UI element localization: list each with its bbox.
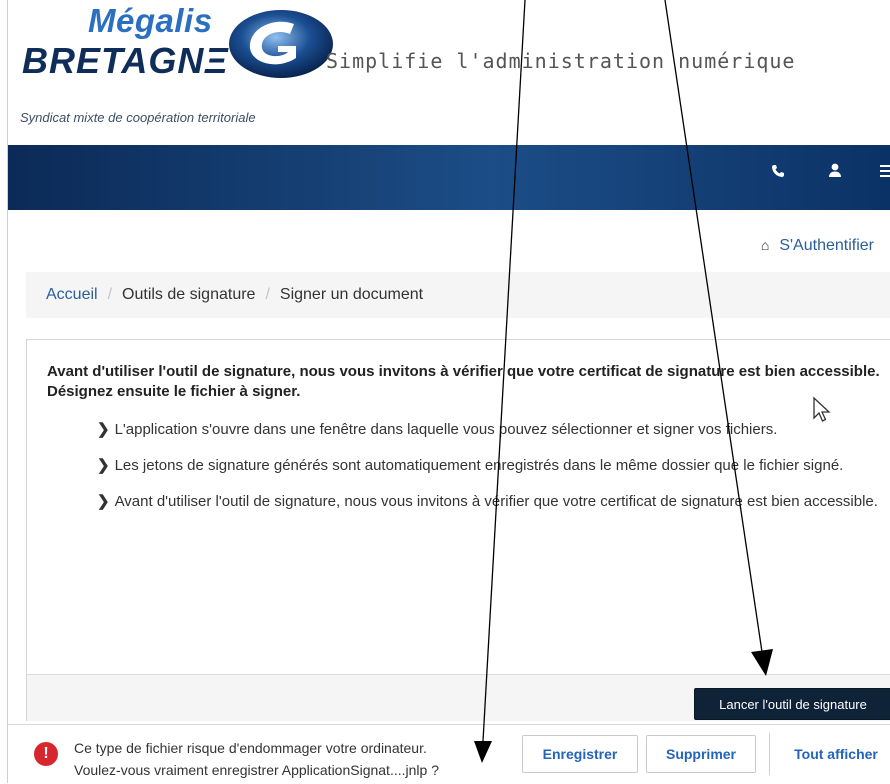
org-subtitle: Syndicat mixte de coopération territoria…	[20, 110, 256, 125]
tagline: Simplifie l'administration numérique	[326, 49, 796, 73]
signature-panel: Avant d'utiliser l'outil de signature, n…	[26, 339, 890, 721]
list-item-text: Les jetons de signature générés sont aut…	[114, 457, 844, 474]
warning-icon: !	[34, 742, 58, 766]
list-item: ❯ Avant d'utiliser l'outil de signature, …	[97, 492, 883, 512]
logo-text-bretagne: BRETAGNΞ	[22, 40, 229, 81]
authenticate-link[interactable]: ⌂ S'Authentifier	[761, 237, 874, 255]
chevron-right-icon: ❯	[97, 493, 110, 510]
header-banner	[8, 145, 890, 210]
list-item: ❯ Les jetons de signature générés sont au…	[97, 456, 883, 476]
logo-text-megalis: Mégalis	[88, 2, 213, 39]
download-warning-message: Ce type de fichier risque d'endommager v…	[74, 737, 439, 781]
info-list: ❯ L'application s'ouvre dans une fenêtre …	[47, 420, 883, 512]
launch-signature-tool-button[interactable]: Lancer l'outil de signature	[694, 688, 890, 720]
menu-icon[interactable]	[878, 163, 890, 185]
intro-instruction: Désignez ensuite le fichier à signer.	[47, 383, 301, 400]
download-warning-line2: Voulez-vous vraiment enregistrer Applica…	[74, 762, 439, 778]
phone-icon[interactable]	[767, 163, 789, 185]
list-item-text: Avant d'utiliser l'outil de signature, n…	[114, 493, 878, 510]
breadcrumb-signature-tools: Outils de signature	[122, 286, 256, 303]
breadcrumb-separator: /	[107, 286, 113, 303]
chevron-right-icon: ❯	[97, 457, 110, 474]
download-warning-bar: ! Ce type de fichier risque d'endommager…	[8, 724, 890, 784]
authenticate-label: S'Authentifier	[779, 237, 874, 254]
breadcrumb-separator: /	[265, 286, 270, 303]
show-all-downloads-button[interactable]: Tout afficher	[780, 735, 890, 773]
breadcrumb-home[interactable]: Accueil	[46, 286, 98, 303]
divider	[769, 733, 770, 775]
panel-footer: Lancer l'outil de signature	[27, 674, 890, 721]
download-warning-line1: Ce type de fichier risque d'endommager v…	[74, 740, 427, 756]
mouse-cursor-icon	[813, 396, 831, 422]
logo-emblem	[229, 10, 333, 78]
list-item: ❯ L'application s'ouvre dans une fenêtre …	[97, 420, 883, 440]
breadcrumb: Accueil / Outils de signature / Signer un do…	[26, 272, 890, 318]
chevron-right-icon: ❯	[97, 421, 110, 438]
discard-download-button[interactable]: Supprimer	[646, 735, 756, 773]
left-border	[7, 0, 8, 783]
intro-text: Avant d'utiliser l'outil de signature, n…	[47, 363, 880, 380]
home-icon: ⌂	[760, 237, 770, 253]
list-item-text: L'application s'ouvre dans une fenêtre d…	[114, 421, 778, 438]
breadcrumb-current: Signer un document	[279, 286, 424, 303]
save-download-button[interactable]: Enregistrer	[522, 735, 638, 773]
user-icon[interactable]	[824, 163, 846, 185]
